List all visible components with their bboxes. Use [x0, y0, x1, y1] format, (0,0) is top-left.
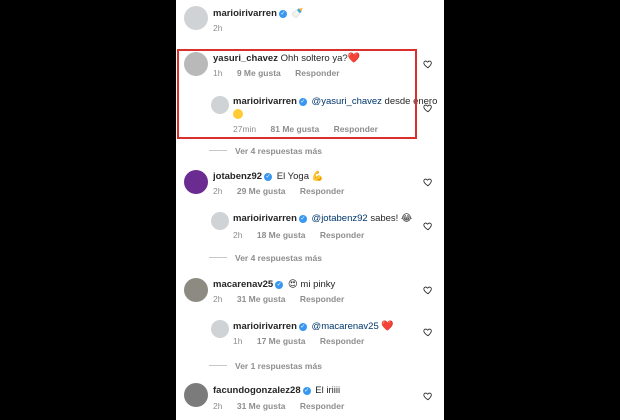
like-heart-icon[interactable] [423, 177, 433, 187]
avatar[interactable] [211, 320, 229, 338]
mention-link[interactable]: @jotabenz92 [312, 213, 368, 224]
view-more-replies[interactable]: Ver 4 respuestas más [209, 146, 322, 156]
timestamp: 2h [233, 230, 243, 240]
like-heart-icon[interactable] [423, 391, 433, 401]
avatar[interactable] [184, 170, 208, 194]
heart-emoji: ❤️ [381, 321, 394, 332]
thinking-emoji-icon [233, 109, 243, 119]
like-heart-icon[interactable] [423, 285, 433, 295]
comment-text: El iriiii [315, 385, 341, 396]
comments-panel: marioirivarren ✓ 🍼 2h yasuri_chavez Ohh s… [176, 0, 444, 420]
timestamp: 2h [213, 401, 223, 411]
reply-button[interactable]: Responder [300, 294, 344, 304]
like-heart-icon[interactable] [423, 327, 433, 337]
heart-eyes-emoji: 😍 [287, 279, 298, 290]
reply-button[interactable]: Responder [320, 230, 364, 240]
avatar[interactable] [184, 52, 208, 76]
reply-button[interactable]: Responder [300, 186, 344, 196]
mention-link[interactable]: @macarenav25 [312, 321, 379, 332]
username[interactable]: marioirivarren [233, 321, 297, 332]
like-heart-icon[interactable] [423, 103, 433, 113]
comment-text: Ohh soltero ya? [280, 53, 348, 64]
avatar[interactable] [184, 278, 208, 302]
muscle-emoji: 💪 [311, 171, 324, 182]
username[interactable]: marioirivarren [213, 8, 277, 19]
username[interactable]: marioirivarren [233, 213, 297, 224]
divider [209, 257, 227, 258]
timestamp: 27min [233, 124, 257, 134]
reply-button[interactable]: Responder [300, 401, 344, 411]
timestamp: 1h [233, 336, 243, 346]
reply-button[interactable]: Responder [295, 68, 339, 78]
verified-badge-icon: ✓ [275, 281, 284, 289]
heart-emoji: ❤️ [347, 53, 361, 64]
avatar[interactable] [211, 212, 229, 230]
comment-text: El Yoga [276, 171, 309, 182]
likes-count[interactable]: 18 Me gusta [257, 230, 306, 240]
verified-badge-icon: ✓ [278, 10, 287, 18]
view-more-replies[interactable]: Ver 1 respuestas más [209, 361, 322, 371]
verified-badge-icon: ✓ [298, 215, 307, 223]
like-heart-icon[interactable] [423, 221, 433, 231]
view-more-replies[interactable]: Ver 4 respuestas más [209, 253, 322, 263]
likes-count[interactable]: 9 Me gusta [237, 68, 281, 78]
verified-badge-icon: ✓ [302, 387, 311, 395]
divider [209, 150, 227, 151]
verified-badge-icon: ✓ [298, 98, 307, 106]
likes-count[interactable]: 31 Me gusta [237, 294, 286, 304]
caption-emoji: 🍼 [291, 8, 304, 19]
verified-badge-icon: ✓ [264, 173, 273, 181]
likes-count[interactable]: 17 Me gusta [257, 336, 306, 346]
username[interactable]: yasuri_chavez [213, 53, 278, 64]
avatar[interactable] [184, 6, 208, 30]
reply-button[interactable]: Responder [334, 124, 378, 134]
username[interactable]: marioirivarren [233, 96, 297, 107]
timestamp: 2h [213, 186, 223, 196]
timestamp: 2h [213, 294, 223, 304]
timestamp: 2h [213, 23, 223, 33]
divider [209, 365, 227, 366]
mention-link[interactable]: @yasuri_chavez [312, 96, 382, 107]
reply-button[interactable]: Responder [320, 336, 364, 346]
likes-count[interactable]: 81 Me gusta [271, 124, 320, 134]
username[interactable]: jotabenz92 [213, 171, 262, 182]
username[interactable]: facundogonzalez28 [213, 385, 301, 396]
username[interactable]: macarenav25 [213, 279, 273, 290]
reply-text: sabes! [367, 213, 399, 224]
verified-badge-icon: ✓ [298, 323, 307, 331]
likes-count[interactable]: 29 Me gusta [237, 186, 286, 196]
like-heart-icon[interactable] [423, 59, 433, 69]
likes-count[interactable]: 31 Me gusta [237, 401, 286, 411]
avatar[interactable] [211, 96, 229, 114]
avatar[interactable] [184, 383, 208, 407]
timestamp: 1h [213, 68, 223, 78]
laughing-emoji: 😂 [400, 213, 413, 224]
comment-text: mi pinky [300, 279, 336, 290]
